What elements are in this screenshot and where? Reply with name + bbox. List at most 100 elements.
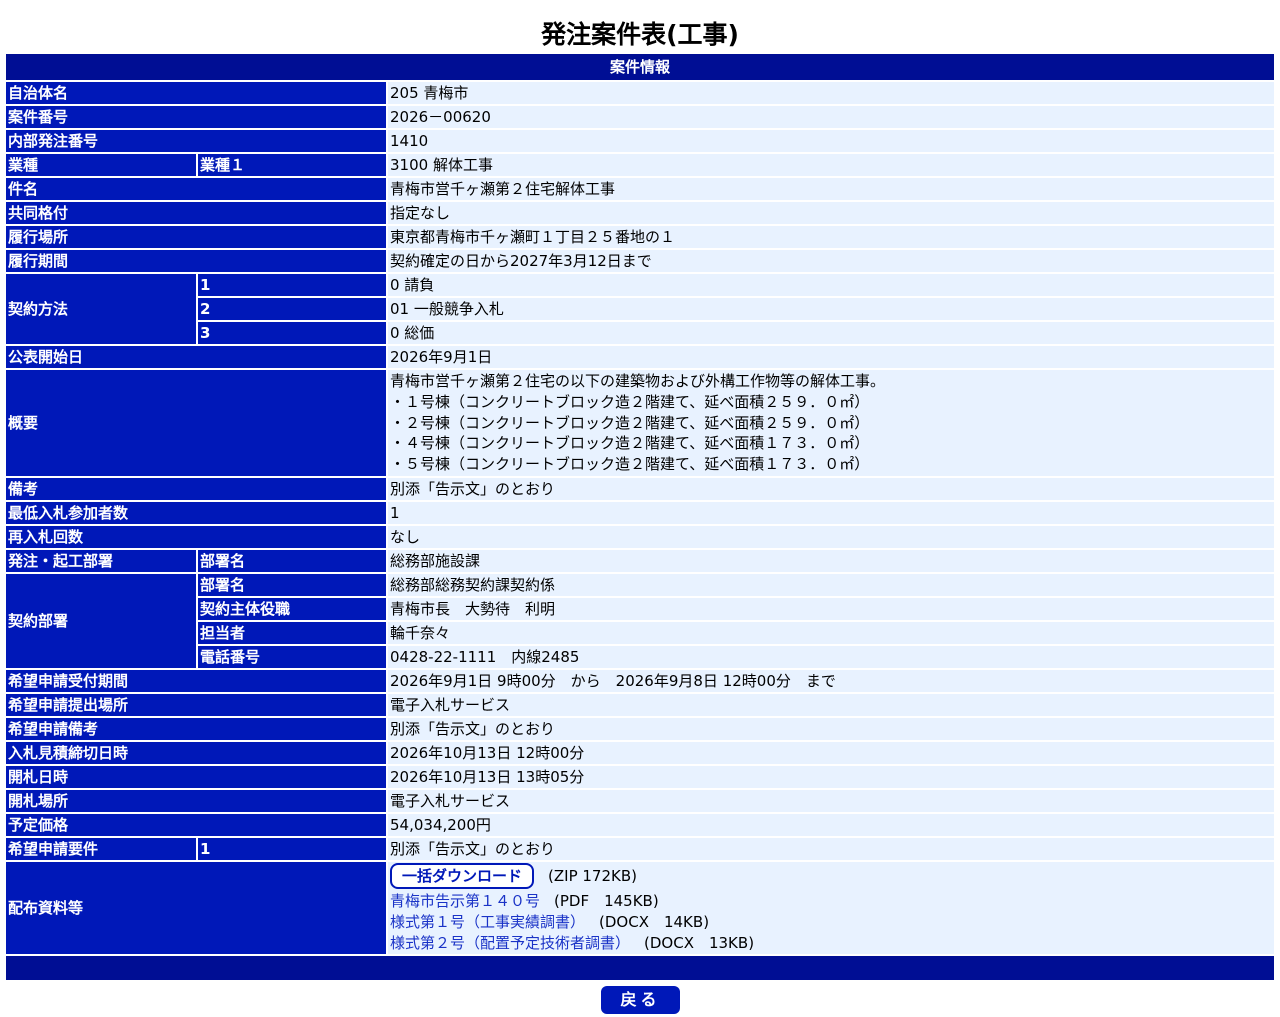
label-phone: 電話番号: [196, 645, 386, 668]
label-period: 履行期間: [6, 250, 386, 272]
row-contract-method-2: 2 01 一般競争入札: [6, 298, 1275, 320]
label-app-requirements: 希望申請要件: [6, 837, 196, 860]
page-title: 発注案件表(工事): [541, 20, 739, 49]
row-min-bidders: 最低入札参加者数 1: [6, 501, 1275, 524]
value-app-period: 2026年9月1日 9時00分 から 2026年9月8日 12時00分 まで: [386, 669, 1275, 692]
label-app-remarks: 希望申請備考: [6, 717, 386, 740]
value-documents: 一括ダウンロード (ZIP 172KB) 青梅市告示第１４０号 (PDF 145KB…: [386, 861, 1275, 955]
row-app-period: 希望申請受付期間 2026年9月1日 9時00分 から 2026年9月8日 12…: [6, 669, 1275, 692]
value-est-price: 54,034,200円: [386, 813, 1275, 836]
value-phone: 0428-22-1111 内線2485: [386, 645, 1275, 668]
label-contract-sub-1: 1: [196, 274, 386, 296]
value-municipality: 205 青梅市: [386, 82, 1275, 104]
file-size: (DOCX 14KB): [599, 912, 710, 931]
value-publish-date: 2026年9月1日: [386, 346, 1275, 368]
summary-line: ・１号棟（コンクリートブロック造２階建て、延べ面積２５９．０㎡）: [390, 392, 870, 411]
value-bid-deadline: 2026年10月13日 12時00分: [386, 741, 1275, 764]
label-name: 件名: [6, 178, 386, 200]
back-button[interactable]: 戻る: [601, 986, 680, 1014]
summary-line: ・５号棟（コンクリートブロック造２階建て、延べ面積１７３．０㎡）: [390, 455, 870, 474]
label-remarks: 備考: [6, 477, 386, 500]
label-rebid-count: 再入札回数: [6, 525, 386, 548]
label-app-req-sub: 1: [196, 837, 386, 860]
row-app-remarks: 希望申請備考 別添「告示文」のとおり: [6, 717, 1275, 740]
row-location: 履行場所 東京都青梅市千ヶ瀬町１丁目２５番地の１: [6, 226, 1275, 248]
row-contract-dept-name: 契約部署 部署名 総務部総務契約課契約係: [6, 573, 1275, 668]
file-link-notice-140[interactable]: 青梅市告示第１４０号: [390, 892, 540, 910]
value-ordering-dept-name: 総務部施設課: [386, 549, 1275, 572]
label-min-bidders: 最低入札参加者数: [6, 501, 386, 524]
label-joint: 共同格付: [6, 202, 386, 224]
label-summary: 概要: [6, 370, 386, 476]
file-size: (DOCX 13KB): [644, 933, 755, 952]
row-municipality: 自治体名 205 青梅市: [6, 82, 1275, 104]
value-opening-place: 電子入札サービス: [386, 789, 1275, 812]
label-person: 担当者: [196, 621, 386, 644]
row-case-number: 案件番号 2026－00620: [6, 106, 1275, 128]
value-name: 青梅市営千ヶ瀬第２住宅解体工事: [386, 178, 1275, 200]
row-documents: 配布資料等 一括ダウンロード (ZIP 172KB) 青梅市告示第１４０号 (PDF…: [6, 861, 1275, 955]
label-opening-place: 開札場所: [6, 789, 386, 812]
row-app-requirements: 希望申請要件 1 別添「告示文」のとおり: [6, 837, 1275, 860]
value-period: 契約確定の日から2027年3月12日まで: [386, 250, 1275, 272]
value-contract-3: 0 総価: [386, 322, 1275, 344]
value-case-number: 2026－00620: [386, 106, 1275, 128]
label-opening-datetime: 開札日時: [6, 765, 386, 788]
file-link-form-2[interactable]: 様式第２号（配置予定技術者調書）: [390, 934, 630, 952]
file-item: 青梅市告示第１４０号 (PDF 145KB): [390, 891, 1272, 912]
file-item: 様式第１号（工事実績調書） (DOCX 14KB): [390, 912, 1272, 933]
row-internal-number: 内部発注番号 1410: [6, 130, 1275, 152]
row-contract-method-1: 契約方法 1 0 請負: [6, 274, 1275, 344]
label-location: 履行場所: [6, 226, 386, 248]
label-contract-method: 契約方法: [6, 274, 196, 344]
bulk-download-button[interactable]: 一括ダウンロード: [390, 862, 535, 889]
label-bid-deadline: 入札見積締切日時: [6, 741, 386, 764]
value-rebid-count: なし: [386, 525, 1275, 548]
label-dept-name: 部署名: [196, 549, 386, 572]
label-municipality: 自治体名: [6, 82, 386, 104]
row-period: 履行期間 契約確定の日から2027年3月12日まで: [6, 250, 1275, 272]
value-app-requirements: 別添「告示文」のとおり: [386, 837, 1275, 860]
row-name: 件名 青梅市営千ヶ瀬第２住宅解体工事: [6, 178, 1275, 200]
label-publish-date: 公表開始日: [6, 346, 386, 368]
row-phone: 電話番号 0428-22-1111 内線2485: [6, 645, 1275, 668]
label-contract-official: 契約主体役職: [196, 597, 386, 620]
page: 発注案件表(工事) 案件情報 自治体名 205 青梅市 案件番号 2026－00…: [0, 0, 1280, 1017]
row-app-place: 希望申請提出場所 電子入札サービス: [6, 693, 1275, 716]
row-bid-deadline: 入札見積締切日時 2026年10月13日 12時00分: [6, 741, 1275, 764]
file-size: (PDF 145KB): [554, 891, 659, 910]
row-publish-date: 公表開始日 2026年9月1日: [6, 346, 1275, 368]
bulk-download-size: (ZIP 172KB): [548, 866, 637, 885]
label-industry: 業種: [6, 154, 196, 176]
value-location: 東京都青梅市千ヶ瀬町１丁目２５番地の１: [386, 226, 1275, 248]
row-ordering-dept: 発注・起工部署 部署名 総務部施設課: [6, 549, 1275, 572]
value-internal-number: 1410: [386, 130, 1275, 152]
value-joint: 指定なし: [386, 202, 1275, 224]
bulk-download-line: 一括ダウンロード (ZIP 172KB): [390, 862, 1272, 889]
row-est-price: 予定価格 54,034,200円: [6, 813, 1275, 836]
label-contract-sub-3: 3: [196, 322, 386, 344]
value-summary: 青梅市営千ヶ瀬第２住宅の以下の建築物および外構工作物等の解体工事。 ・１号棟（コ…: [386, 370, 1275, 476]
label-contract-sub-2: 2: [196, 298, 386, 320]
case-info-table: 案件情報 自治体名 205 青梅市 案件番号 2026－00620 内部発注番号…: [6, 52, 1275, 982]
row-industry: 業種 業種１ 3100 解体工事: [6, 154, 1275, 176]
section-header-row: 案件情報: [6, 54, 1275, 80]
value-industry: 3100 解体工事: [386, 154, 1275, 176]
label-app-place: 希望申請提出場所: [6, 693, 386, 716]
row-remarks: 備考 別添「告示文」のとおり: [6, 477, 1275, 500]
section-header: 案件情報: [6, 54, 1275, 80]
label-case-number: 案件番号: [6, 106, 386, 128]
label-est-price: 予定価格: [6, 813, 386, 836]
row-opening-datetime: 開札日時 2026年10月13日 13時05分: [6, 765, 1275, 788]
value-min-bidders: 1: [386, 501, 1275, 524]
row-opening-place: 開札場所 電子入札サービス: [6, 789, 1275, 812]
row-contract-method-3: 3 0 総価: [6, 322, 1275, 344]
label-internal-number: 内部発注番号: [6, 130, 386, 152]
row-summary: 概要 青梅市営千ヶ瀬第２住宅の以下の建築物および外構工作物等の解体工事。 ・１号…: [6, 370, 1275, 476]
label-app-period: 希望申請受付期間: [6, 669, 386, 692]
label-contract-dept-name: 部署名: [196, 573, 386, 596]
row-rebid-count: 再入札回数 なし: [6, 525, 1275, 548]
value-person: 輪千奈々: [386, 621, 1275, 644]
file-item: 様式第２号（配置予定技術者調書） (DOCX 13KB): [390, 933, 1272, 954]
file-link-form-1[interactable]: 様式第１号（工事実績調書）: [390, 913, 585, 931]
